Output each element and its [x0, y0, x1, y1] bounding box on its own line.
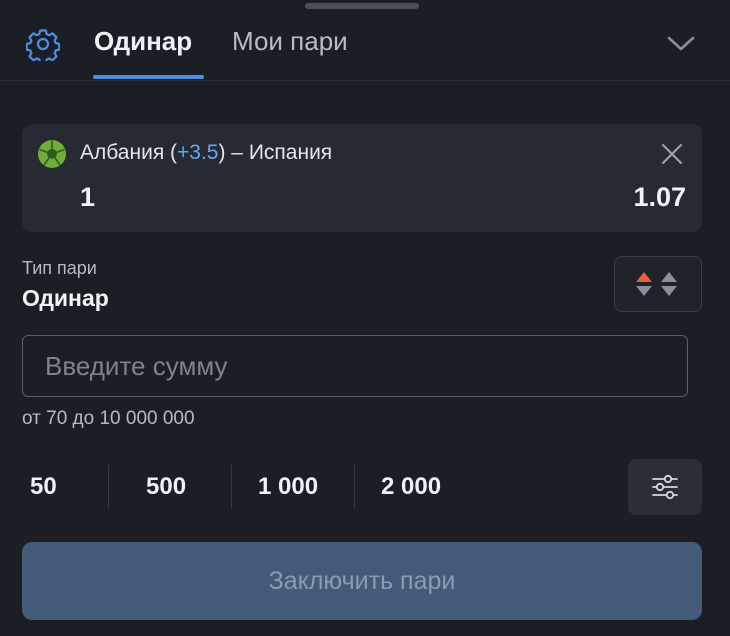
tab-my-bets[interactable]: Мои пари: [232, 26, 348, 57]
preset-amount-button[interactable]: 1 000: [258, 462, 318, 512]
preset-amount-button[interactable]: 500: [146, 462, 186, 512]
handicap-value: +3.5: [177, 141, 219, 164]
sliders-icon: [652, 474, 678, 500]
bet-type-label: Тип пари: [22, 258, 97, 278]
sheet-drag-handle[interactable]: [305, 3, 419, 9]
match-team-home: Албания (: [80, 141, 178, 164]
odds-arrows-icon: [636, 272, 677, 296]
header-divider: [0, 80, 730, 81]
football-ball-icon: [38, 140, 66, 168]
close-icon[interactable]: [660, 142, 684, 166]
stake-range-hint: от 70 до 10 000 000: [22, 408, 195, 429]
chevron-down-icon[interactable]: [665, 30, 697, 56]
match-name: Албания (+3.5) – Испания: [80, 141, 332, 165]
tab-single[interactable]: Одинар: [94, 26, 192, 57]
active-tab-indicator: [93, 75, 204, 79]
preset-divider: [108, 465, 109, 509]
bet-odds: 1.07: [633, 182, 686, 212]
bet-type-value: Одинар: [22, 285, 109, 311]
stake-amount-input[interactable]: [22, 335, 688, 397]
preset-amount-button[interactable]: 50: [30, 462, 57, 512]
preset-divider: [354, 465, 355, 509]
preset-divider: [231, 465, 232, 509]
odds-change-button[interactable]: [614, 256, 702, 312]
gear-icon[interactable]: [26, 27, 60, 61]
preset-settings-button[interactable]: [628, 459, 702, 515]
place-bet-button[interactable]: Заключить пари: [22, 542, 702, 620]
preset-amount-button[interactable]: 2 000: [381, 462, 441, 512]
bet-outcome: 1: [80, 182, 96, 212]
match-team-away: ) – Испания: [218, 141, 333, 164]
bet-selection-card: Албания (+3.5) – Испания 1 1.07: [22, 124, 702, 232]
